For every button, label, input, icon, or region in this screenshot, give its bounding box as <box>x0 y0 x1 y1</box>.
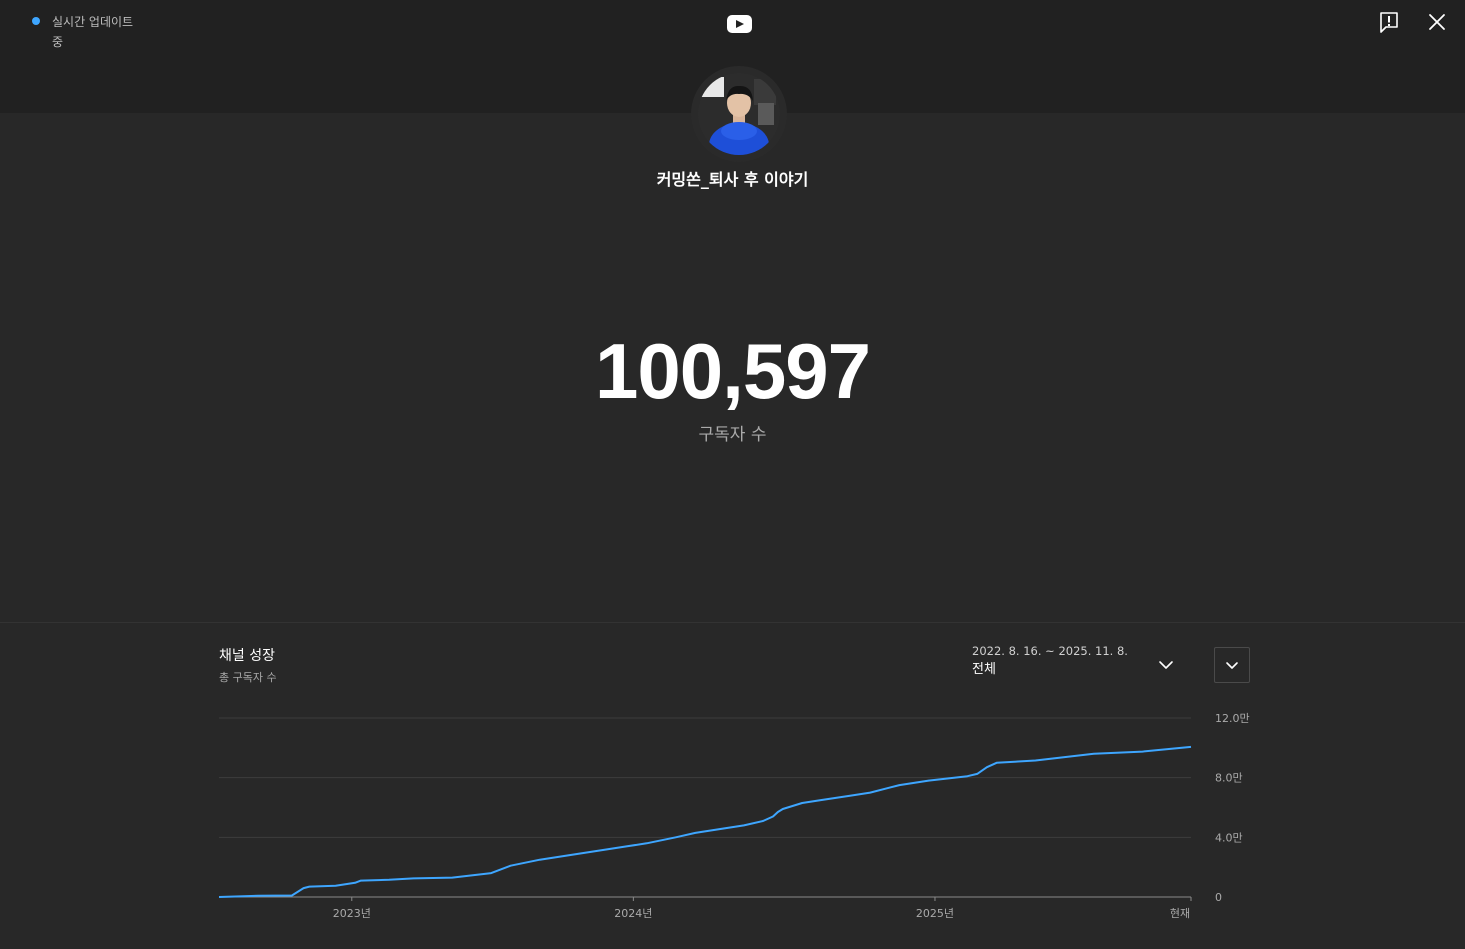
report-button[interactable] <box>1377 10 1401 34</box>
close-button[interactable] <box>1425 10 1449 34</box>
chart-subtitle: 총 구독자 수 <box>219 671 277 684</box>
y-tick-label: 4.0만 <box>1215 831 1243 844</box>
expand-chart-button[interactable] <box>1214 647 1250 683</box>
live-update-indicator: 실시간 업데이트 중 <box>32 12 142 52</box>
live-update-text: 실시간 업데이트 중 <box>52 15 134 49</box>
youtube-logo-icon <box>727 15 752 33</box>
subscriber-growth-chart: 0 4.0만 8.0만 12.0만 2023년 2024년 2025년 현재 <box>218 712 1250 920</box>
x-tick-label: 2024년 <box>614 907 652 920</box>
chevron-down-icon <box>1159 661 1173 669</box>
channel-avatar-image <box>698 73 780 155</box>
close-icon <box>1429 14 1445 30</box>
live-dot-icon <box>32 17 40 25</box>
channel-name: 커밍쏜_퇴사 후 이야기 <box>656 170 809 189</box>
chart-title: 채널 성장 <box>219 648 275 664</box>
subscriber-series-line <box>218 745 1192 898</box>
chevron-down-icon <box>1226 662 1238 669</box>
subscriber-label: 구독자 수 <box>698 425 767 445</box>
x-tick-label: 현재 <box>1170 907 1190 920</box>
date-range-period: 전체 <box>972 662 996 677</box>
x-tick-label: 2025년 <box>916 907 954 920</box>
date-range-selector[interactable]: 2022. 8. 16. ~ 2025. 11. 8. 전체 <box>972 643 1182 681</box>
report-flag-icon <box>1380 12 1398 33</box>
section-divider <box>0 622 1465 623</box>
subscriber-count: 100,597 <box>595 327 871 415</box>
date-range-text: 2022. 8. 16. ~ 2025. 11. 8. <box>972 644 1128 658</box>
y-tick-label: 12.0만 <box>1215 712 1250 725</box>
channel-avatar <box>698 73 780 155</box>
y-tick-label: 0 <box>1215 891 1222 904</box>
subscriber-count-page: 실시간 업데이트 중 커밍쏜_퇴사 후 이야기 100,597 구독자 수 채널… <box>0 0 1465 949</box>
x-tick-label: 2023년 <box>333 907 371 920</box>
y-tick-label: 8.0만 <box>1215 772 1243 785</box>
